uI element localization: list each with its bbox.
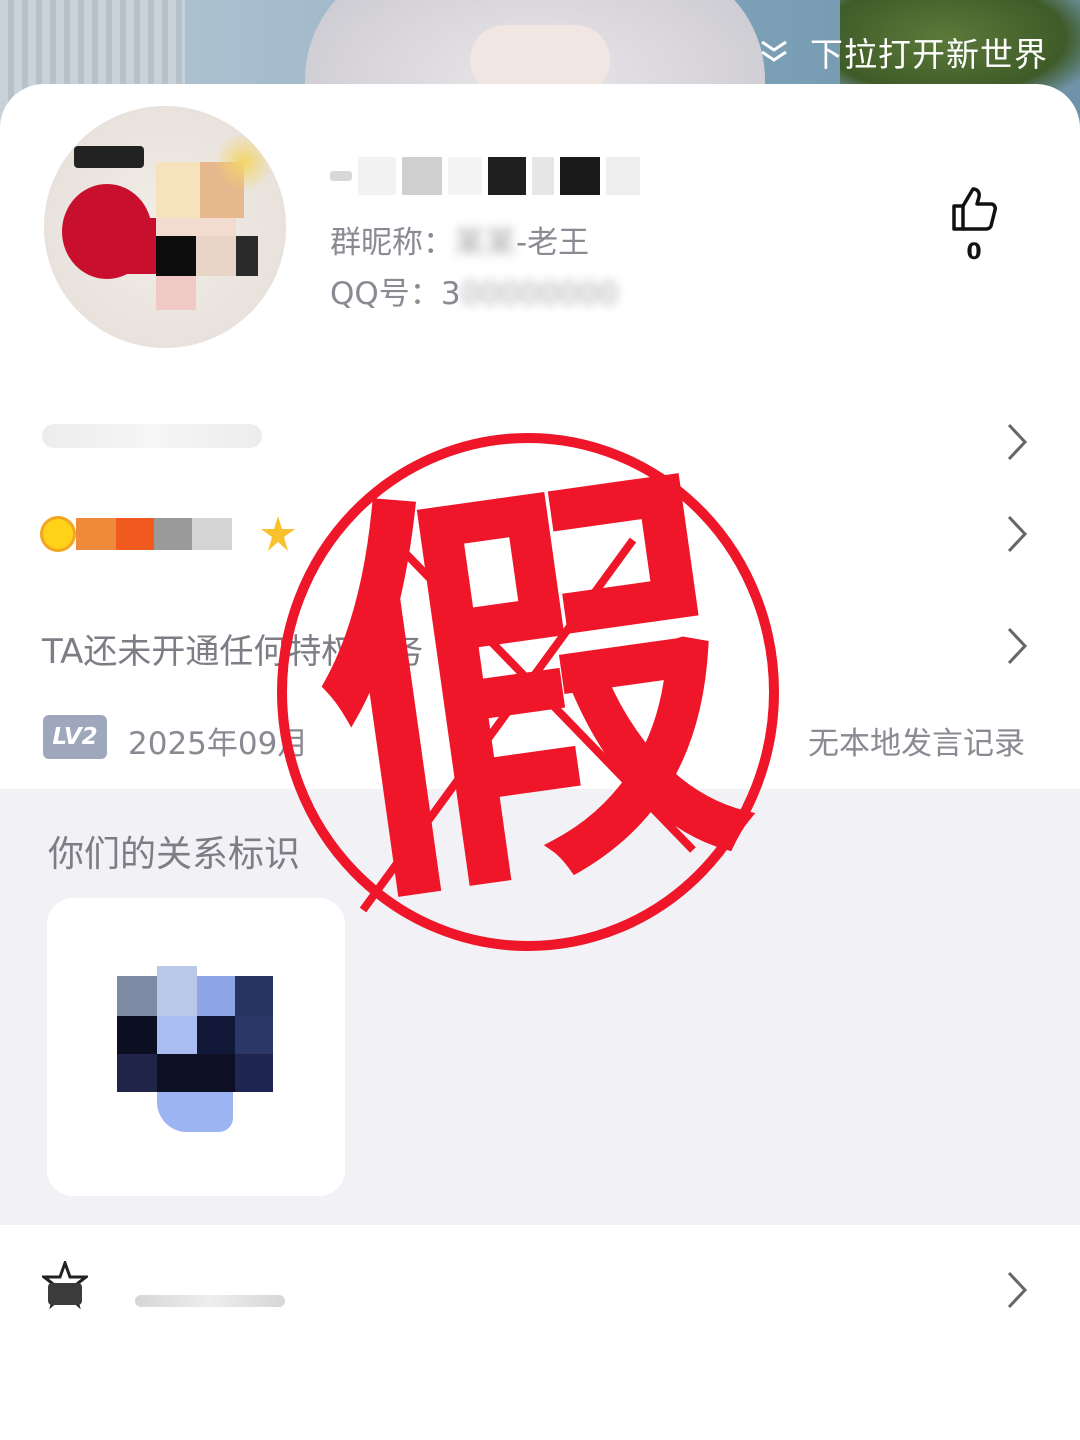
star-badge-icon	[42, 1261, 88, 1310]
chevron-right-icon	[1007, 515, 1028, 553]
like-count: 0	[966, 240, 982, 265]
avatar-confetti	[214, 132, 274, 192]
pull-down-hint-text: 下拉打开新世界	[810, 35, 1048, 74]
avatar-pixel	[236, 236, 258, 276]
thumbs-up-icon	[952, 187, 997, 231]
redacted-text	[135, 1295, 285, 1307]
group-nickname-label: 群昵称：	[330, 225, 454, 261]
qq-number-line[interactable]: QQ号：300000000	[330, 268, 618, 313]
bottom-entry-row[interactable]	[0, 1225, 1080, 1440]
relation-section-title: 你们的关系标识	[48, 834, 301, 875]
group-nickname-line: 群昵称：某某-老王	[330, 217, 589, 262]
no-local-record-text: 无本地发言记录	[808, 726, 1025, 762]
level-segment	[154, 518, 192, 550]
nickname-redacted	[330, 154, 640, 198]
group-nickname-value: -老王	[516, 225, 590, 261]
chevron-right-icon	[1007, 627, 1028, 665]
group-nickname-redacted: 某某	[454, 225, 516, 261]
avatar-pixel	[156, 276, 196, 310]
fake-stamp: 假	[273, 421, 783, 963]
chevron-right-icon	[1007, 1271, 1028, 1309]
level-segment	[76, 518, 116, 550]
avatar-pixel	[118, 218, 156, 274]
double-chevron-down-icon	[761, 40, 787, 62]
qq-number-value: 3	[440, 276, 461, 312]
redacted-text	[42, 424, 262, 448]
avatar[interactable]	[44, 106, 286, 348]
avatar-text-block	[74, 146, 144, 168]
avatar-pixel	[156, 162, 200, 218]
qq-number-redacted: 00000000	[460, 276, 619, 312]
level-badge: LV2	[43, 715, 107, 759]
chevron-right-icon	[1007, 423, 1028, 461]
sun-level-icon	[40, 516, 76, 552]
level-segment	[116, 518, 154, 550]
avatar-pixel	[196, 236, 236, 276]
avatar-pixel	[156, 236, 196, 276]
like-button[interactable]: 0	[948, 184, 1000, 265]
qq-number-label: QQ号：	[330, 276, 441, 312]
stamp-text: 假	[285, 420, 770, 964]
level-segment	[192, 518, 232, 550]
pull-down-hint[interactable]: 下拉打开新世界	[758, 28, 1048, 76]
relation-badge-icon	[117, 966, 273, 1132]
